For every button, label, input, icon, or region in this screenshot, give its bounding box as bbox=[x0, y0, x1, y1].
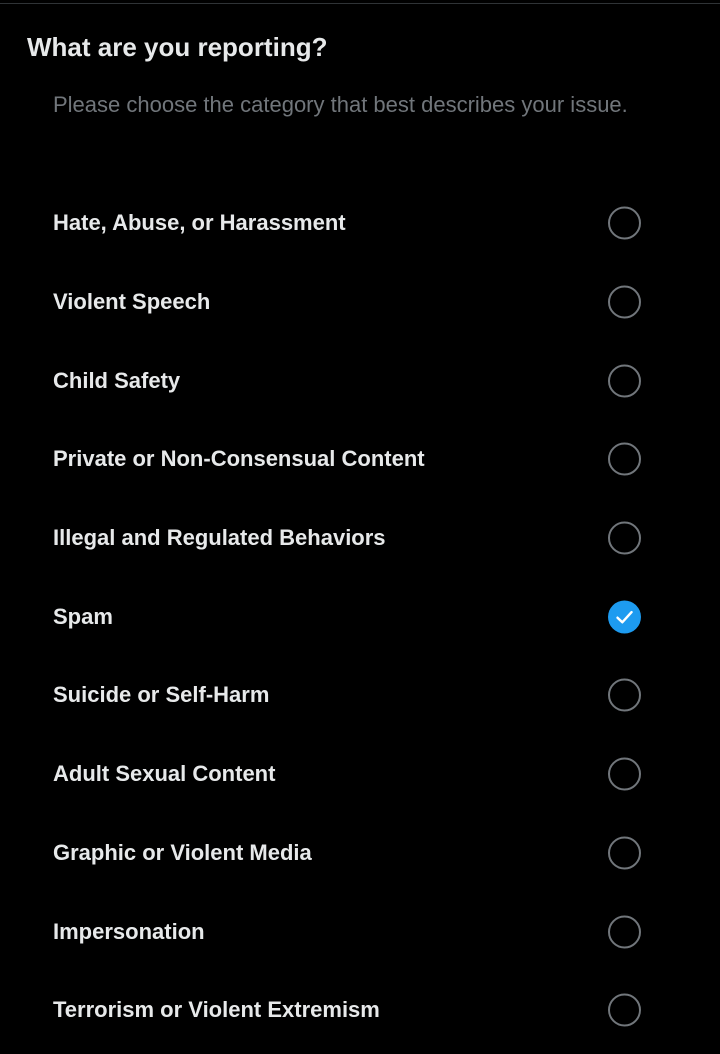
radio-unchecked-icon[interactable] bbox=[608, 993, 641, 1027]
report-option-label: Hate, Abuse, or Harassment bbox=[53, 210, 346, 236]
report-option[interactable]: Private or Non-Consensual Content bbox=[0, 420, 720, 499]
report-option[interactable]: Adult Sexual Content bbox=[0, 735, 720, 814]
report-option[interactable]: Suicide or Self-Harm bbox=[0, 656, 720, 735]
report-option[interactable]: Impersonation bbox=[0, 892, 720, 971]
radio-unchecked-icon[interactable] bbox=[608, 915, 641, 949]
report-option-label: Terrorism or Violent Extremism bbox=[53, 997, 380, 1023]
report-option-label: Private or Non-Consensual Content bbox=[53, 446, 425, 472]
radio-unchecked-icon[interactable] bbox=[608, 442, 641, 476]
radio-unchecked-icon[interactable] bbox=[608, 836, 641, 870]
report-option-label: Violent Speech bbox=[53, 289, 211, 315]
report-option-label: Impersonation bbox=[53, 918, 205, 944]
radio-unchecked-icon[interactable] bbox=[608, 206, 641, 240]
report-option[interactable]: Terrorism or Violent Extremism bbox=[0, 971, 720, 1050]
report-option[interactable]: Graphic or Violent Media bbox=[0, 814, 720, 893]
dialog-title: What are you reporting? bbox=[27, 32, 328, 62]
report-option-label: Child Safety bbox=[53, 367, 181, 393]
dialog-subtitle: Please choose the category that best des… bbox=[53, 92, 628, 117]
checkmark-icon bbox=[616, 610, 633, 624]
report-option[interactable]: Child Safety bbox=[0, 341, 720, 420]
report-option-label: Suicide or Self-Harm bbox=[53, 682, 270, 708]
top-divider bbox=[0, 0, 720, 4]
report-category-list: Hate, Abuse, or Harassment Violent Speec… bbox=[0, 184, 720, 1050]
report-option[interactable]: Violent Speech bbox=[0, 263, 720, 342]
report-option-label: Spam bbox=[53, 603, 113, 629]
report-option-label: Graphic or Violent Media bbox=[53, 839, 312, 865]
radio-unchecked-icon[interactable] bbox=[608, 678, 641, 712]
radio-unchecked-icon[interactable] bbox=[608, 285, 641, 319]
report-option[interactable]: Hate, Abuse, or Harassment bbox=[0, 184, 720, 263]
radio-unchecked-icon[interactable] bbox=[608, 364, 641, 398]
report-option-label: Illegal and Regulated Behaviors bbox=[53, 525, 386, 551]
radio-unchecked-icon[interactable] bbox=[608, 757, 641, 791]
radio-unchecked-icon[interactable] bbox=[608, 521, 641, 555]
radio-checked-icon[interactable] bbox=[608, 600, 641, 634]
report-option[interactable]: Spam bbox=[0, 577, 720, 656]
report-option[interactable]: Illegal and Regulated Behaviors bbox=[0, 499, 720, 578]
report-option-label: Adult Sexual Content bbox=[53, 761, 276, 787]
